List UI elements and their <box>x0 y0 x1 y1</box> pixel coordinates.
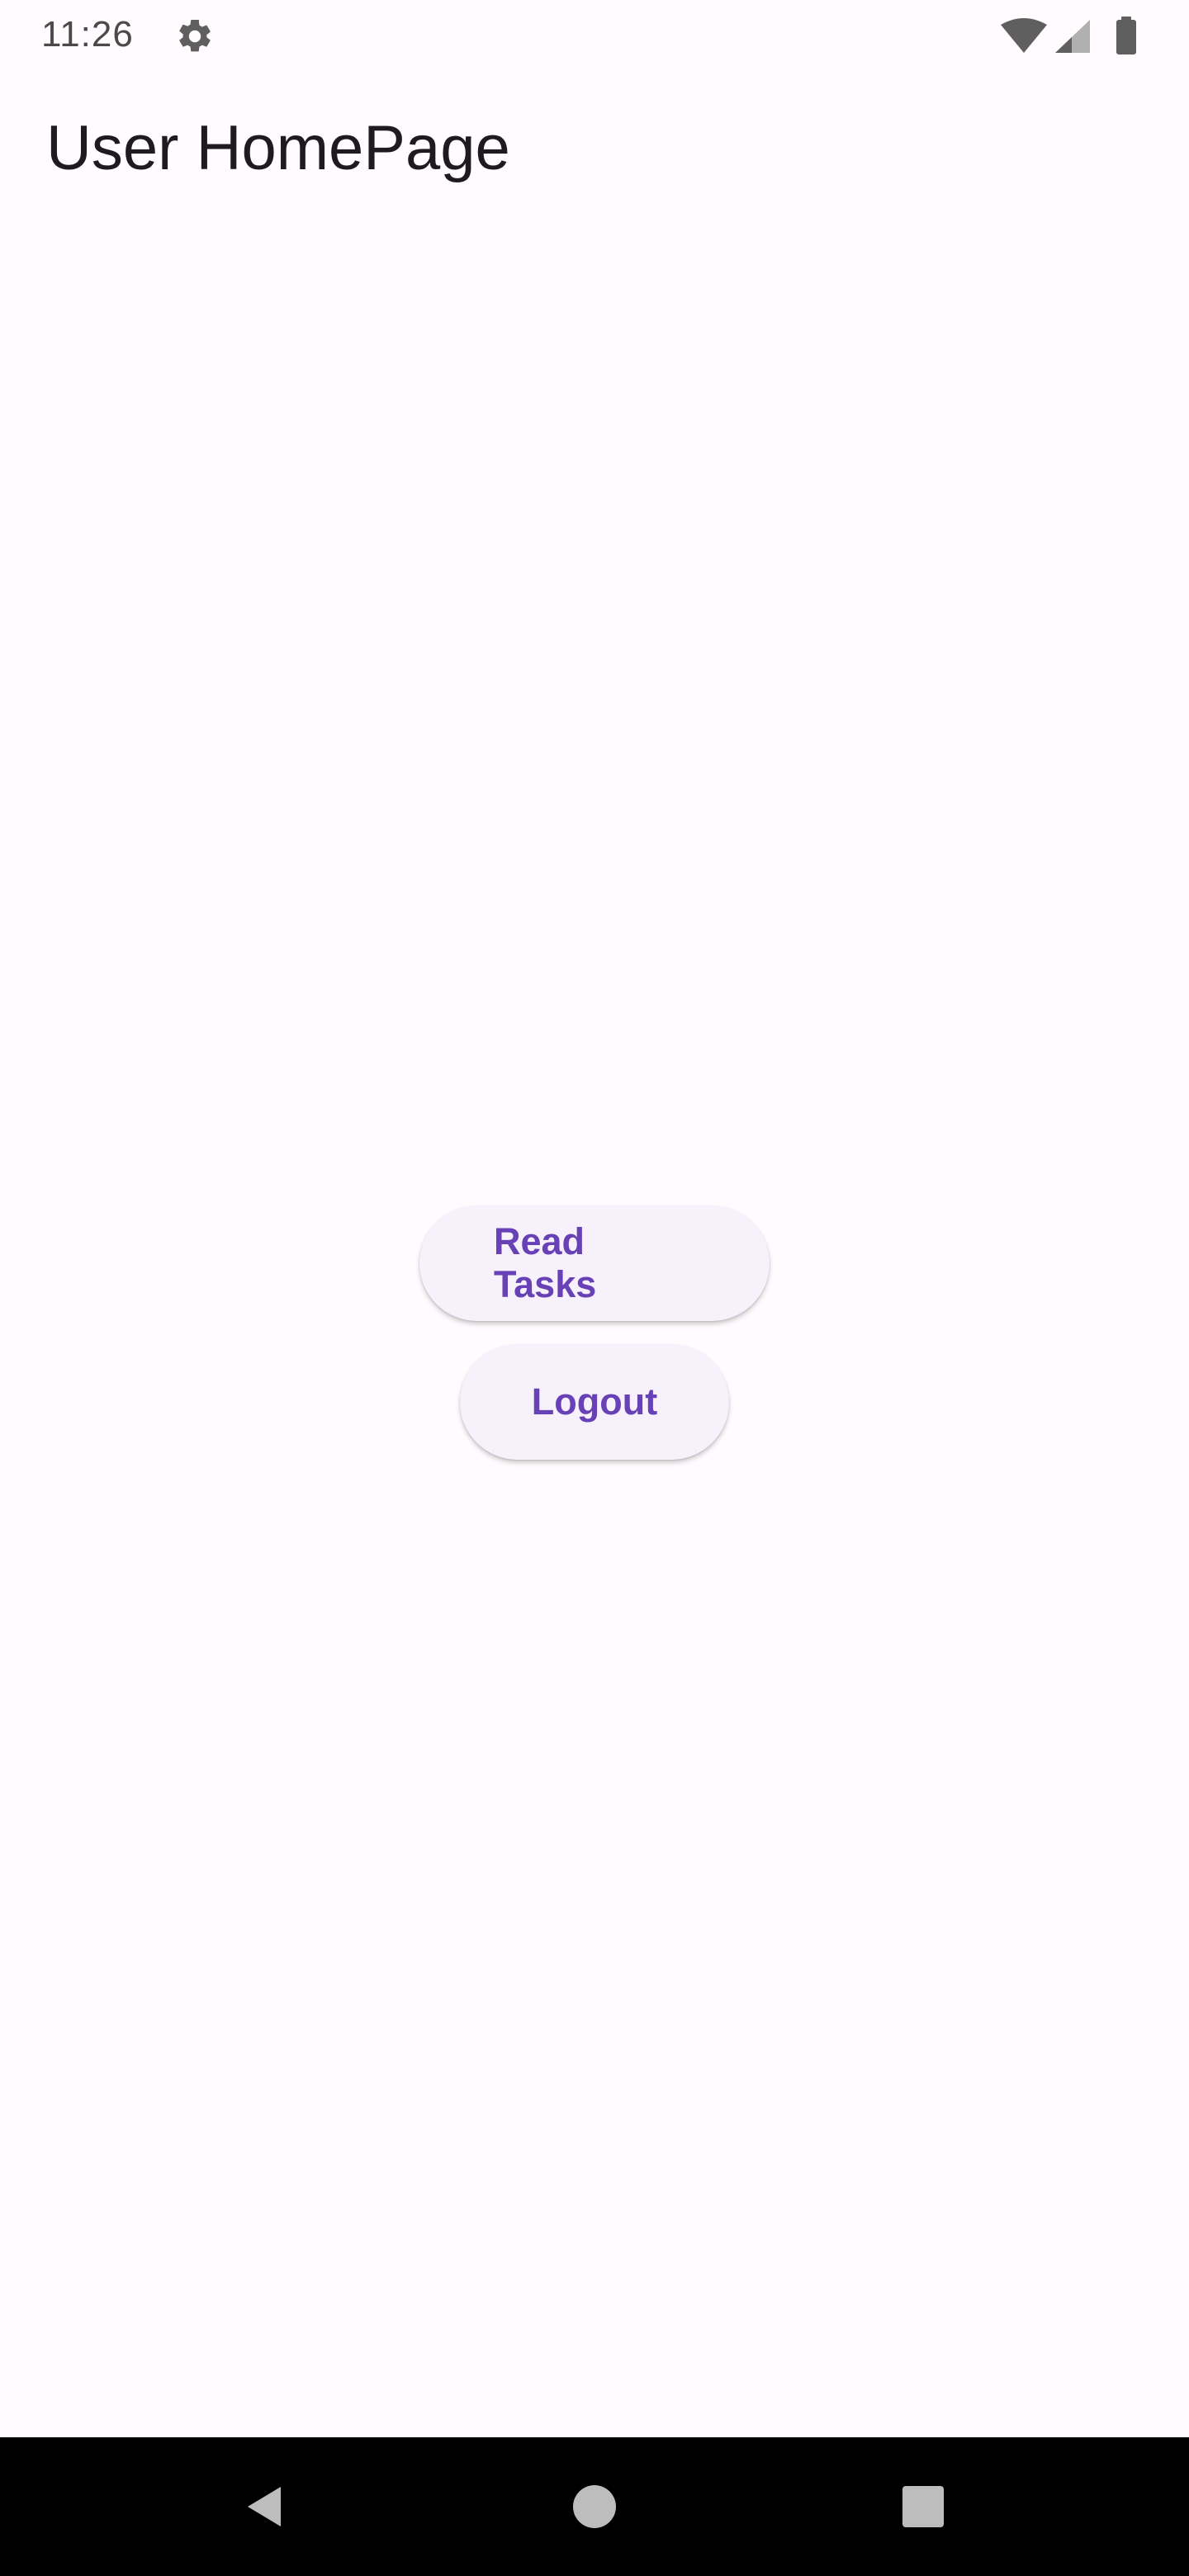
page-title: User HomePage <box>46 113 510 183</box>
actions-area: Read Tasks Logout <box>0 1205 1189 1460</box>
status-icons <box>1001 17 1136 54</box>
back-icon <box>248 2487 281 2526</box>
logout-label: Logout <box>531 1380 658 1423</box>
read-tasks-label: Read Tasks <box>494 1220 597 1305</box>
status-time: 11:26 <box>41 14 134 54</box>
back-button[interactable] <box>223 2465 306 2548</box>
home-icon <box>573 2485 616 2528</box>
cell-signal-icon <box>1055 20 1090 53</box>
status-bar: 11:26 <box>0 0 1189 69</box>
logout-button[interactable]: Logout <box>460 1344 729 1460</box>
recent-apps-button[interactable] <box>882 2465 964 2548</box>
recent-apps-icon <box>902 2486 944 2527</box>
battery-icon <box>1116 17 1136 54</box>
navigation-bar <box>0 2437 1189 2576</box>
home-button[interactable] <box>553 2465 636 2548</box>
wifi-icon <box>1001 18 1047 53</box>
gear-icon <box>179 19 211 52</box>
read-tasks-button[interactable]: Read Tasks <box>419 1205 770 1321</box>
